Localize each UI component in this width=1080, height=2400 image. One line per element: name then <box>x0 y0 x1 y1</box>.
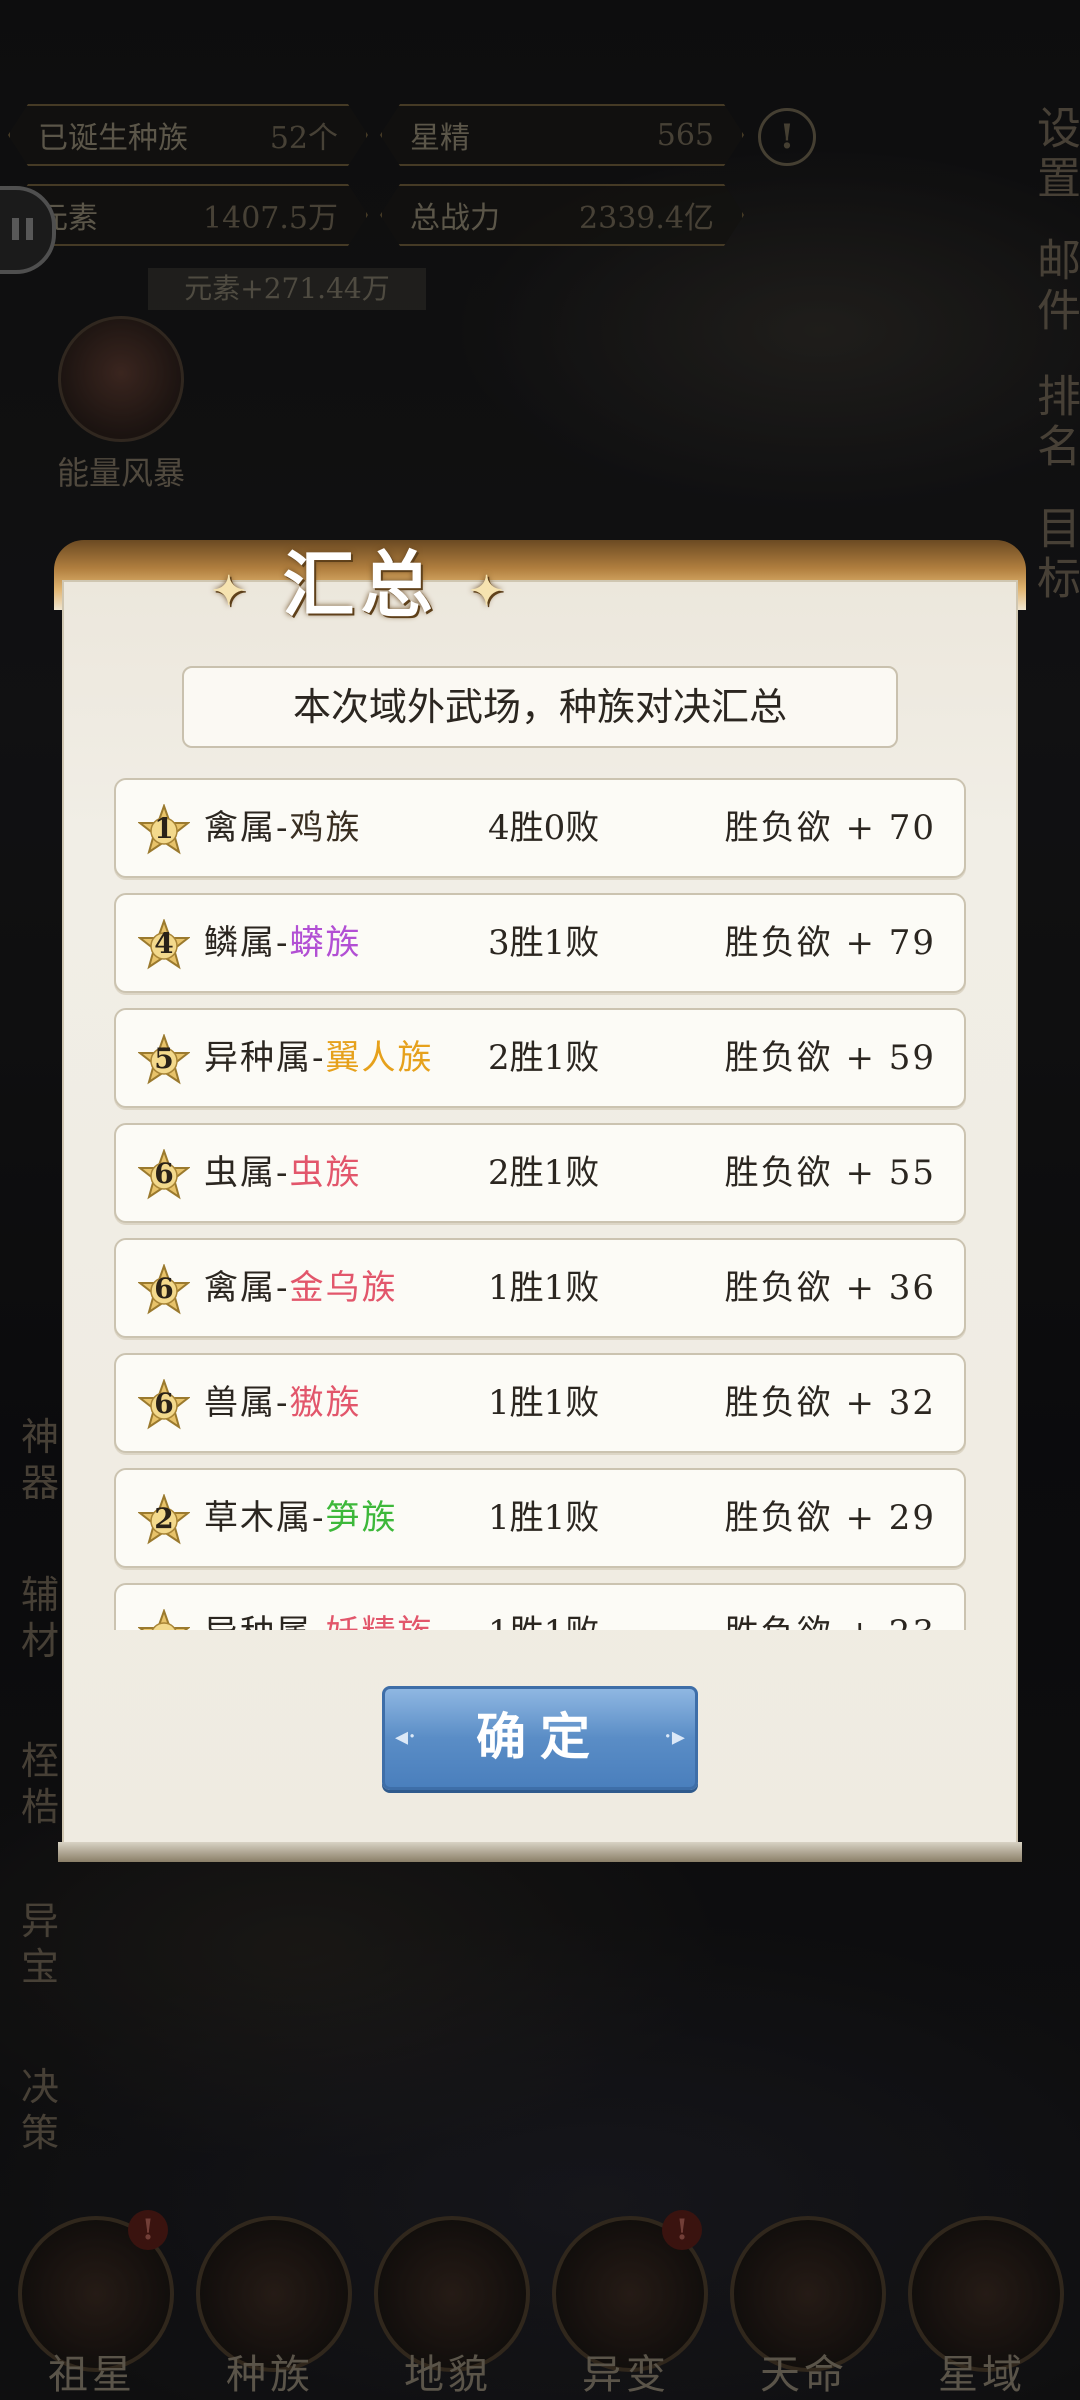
rank-star-icon: 6 <box>137 1147 191 1201</box>
reward-value: + 36 <box>845 1268 936 1308</box>
win-loss-record: 3胜1败 <box>488 923 600 963</box>
race-category: 虫属- <box>204 1153 290 1193</box>
rank-number: 2 <box>154 1502 174 1535</box>
race-label: 蟒族 <box>289 923 362 963</box>
confirm-button[interactable]: ◂· 确定 ·▸ <box>382 1686 698 1790</box>
race-label: 翼人族 <box>325 1038 434 1078</box>
win-loss-record: 1胜1败 <box>488 1383 600 1423</box>
reward-value: + 32 <box>845 1383 936 1423</box>
rank-number: 6 <box>154 1272 174 1305</box>
reward-value: + 29 <box>845 1498 936 1538</box>
race-category: 异种属- <box>204 1038 326 1078</box>
rank-number: 6 <box>154 1387 174 1420</box>
race-label: 虫族 <box>289 1153 362 1193</box>
win-loss-record: 1胜1败 <box>488 1268 600 1308</box>
sparkle-icon: ✦ <box>212 567 252 615</box>
reward: 胜负欲 + 23 <box>725 1585 936 1630</box>
dialog-bottom-frame <box>58 1842 1022 1862</box>
rank-number: 4 <box>154 927 174 960</box>
rank-star-icon: 2 <box>137 1492 191 1546</box>
rank-star-icon: 6 <box>137 1262 191 1316</box>
win-loss-record: 4胜0败 <box>488 808 600 848</box>
reward: 胜负欲 + 55 <box>725 1125 936 1221</box>
race-category: 禽属- <box>204 808 290 848</box>
win-loss-record: 2胜1败 <box>488 1038 600 1078</box>
race-name: 异种属-妖精族 <box>204 1585 434 1630</box>
rank-star-icon <box>137 1607 191 1630</box>
race-label: 妖精族 <box>326 1613 434 1630</box>
race-category: 鳞属- <box>204 923 290 963</box>
reward: 胜负欲 + 36 <box>725 1240 936 1336</box>
reward-label: 胜负欲 <box>724 1383 833 1423</box>
race-label: 笋族 <box>325 1498 398 1538</box>
reward-label: 胜负欲 <box>724 1038 833 1078</box>
result-row: 1 禽属-鸡族 4胜0败 胜负欲 + 70 <box>114 778 966 878</box>
race-name: 异种属-翼人族 <box>204 1010 434 1106</box>
arrow-right-icon: ·▸ <box>663 1722 685 1752</box>
race-name: 兽属-獓族 <box>204 1355 362 1451</box>
race-name: 禽属-鸡族 <box>204 780 362 876</box>
rank-star-icon: 6 <box>137 1377 191 1431</box>
win-loss-record: 1胜1败 <box>488 1498 600 1538</box>
dialog-title: ✦ 汇总 ✦ <box>212 526 510 627</box>
race-category: 草木属- <box>204 1498 326 1538</box>
race-category: 兽属- <box>204 1383 290 1423</box>
result-row: 5 异种属-翼人族 2胜1败 胜负欲 + 59 <box>114 1008 966 1108</box>
rank-number: 6 <box>154 1157 174 1190</box>
reward-label: 胜负欲 <box>725 1613 833 1630</box>
win-loss-record: 2胜1败 <box>488 1153 600 1193</box>
result-row: 异种属-妖精族1胜1败胜负欲 + 23 <box>114 1583 966 1630</box>
reward: 胜负欲 + 79 <box>725 895 936 991</box>
reward-value: + 79 <box>845 923 936 963</box>
reward-value: + 55 <box>845 1153 936 1193</box>
race-label: 金乌族 <box>289 1268 398 1308</box>
confirm-label: 确定 <box>476 1707 604 1766</box>
reward-value: + 59 <box>845 1038 936 1078</box>
reward: 胜负欲 + 32 <box>725 1355 936 1451</box>
rank-star-icon: 5 <box>137 1032 191 1086</box>
reward: 胜负欲 + 70 <box>725 780 936 876</box>
win-loss-record: 1胜1败 <box>488 1585 688 1630</box>
reward-label: 胜负欲 <box>724 1153 833 1193</box>
results-list[interactable]: 1 禽属-鸡族 4胜0败 胜负欲 + 70 4 鳞属-蟒族 3胜1败 胜负欲 + 79 5 异种属… <box>114 778 966 1630</box>
race-label: 鸡族 <box>289 808 362 848</box>
arrow-left-icon: ◂· <box>395 1722 417 1752</box>
reward-value: + 23 <box>845 1613 936 1630</box>
result-row: 2 草木属-笋族 1胜1败 胜负欲 + 29 <box>114 1468 966 1568</box>
reward-value: + 70 <box>845 808 936 848</box>
race-name: 鳞属-蟒族 <box>204 895 362 991</box>
race-name: 禽属-金乌族 <box>204 1240 398 1336</box>
result-row: 6 禽属-金乌族 1胜1败 胜负欲 + 36 <box>114 1238 966 1338</box>
race-category: 禽属- <box>204 1268 290 1308</box>
result-row: 4 鳞属-蟒族 3胜1败 胜负欲 + 79 <box>114 893 966 993</box>
reward: 胜负欲 + 59 <box>725 1010 936 1106</box>
summary-dialog: ✦ 汇总 ✦ 本次域外武场，种族对决汇总 1 禽属-鸡族 4胜0败 胜负欲 + 70 4… <box>54 540 1026 1862</box>
race-name: 虫属-虫族 <box>204 1125 362 1221</box>
result-row: 6 虫属-虫族 2胜1败 胜负欲 + 55 <box>114 1123 966 1223</box>
sparkle-icon: ✦ <box>469 567 510 615</box>
rank-number: 1 <box>154 812 174 845</box>
dialog-title-text: 汇总 <box>282 542 439 627</box>
rank-star-icon: 4 <box>137 917 191 971</box>
race-name: 草木属-笋族 <box>204 1470 398 1566</box>
rank-star-icon: 1 <box>137 802 191 856</box>
reward: 胜负欲 + 29 <box>725 1470 936 1566</box>
rank-number: 5 <box>154 1042 174 1075</box>
reward-label: 胜负欲 <box>724 1268 833 1308</box>
race-category: 异种属- <box>204 1613 326 1630</box>
reward-label: 胜负欲 <box>724 808 833 848</box>
result-row: 6 兽属-獓族 1胜1败 胜负欲 + 32 <box>114 1353 966 1453</box>
reward-label: 胜负欲 <box>724 1498 833 1538</box>
dialog-subtitle: 本次域外武场，种族对决汇总 <box>182 666 898 748</box>
reward-label: 胜负欲 <box>724 923 833 963</box>
race-label: 獓族 <box>289 1383 362 1423</box>
